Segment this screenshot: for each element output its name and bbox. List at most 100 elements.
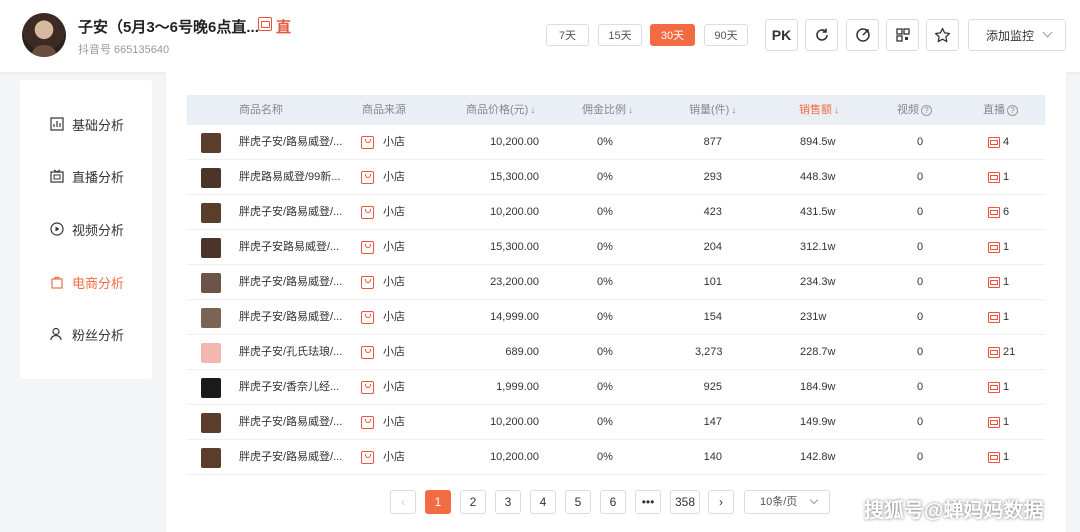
page-button[interactable]: 358 xyxy=(670,490,700,514)
live-count-value: 1 xyxy=(1003,171,1010,183)
product-thumbnail[interactable] xyxy=(201,238,221,258)
shop-icon xyxy=(361,276,374,289)
product-live-count[interactable]: 21 xyxy=(988,335,1015,370)
refresh-button[interactable] xyxy=(805,19,838,51)
sidebar-item-video[interactable]: 视频分析 xyxy=(20,209,152,249)
product-live-count[interactable]: 1 xyxy=(988,160,1009,195)
column-label: 直播 xyxy=(983,104,1005,116)
product-live-count[interactable]: 1 xyxy=(988,370,1009,405)
account-id: 抖音号 665135640 xyxy=(78,44,170,56)
table-row[interactable]: 胖虎子安/孔氏珐琅/... 小店 689.00 0% 3,273 228.7w 0 21 xyxy=(187,335,1045,370)
product-thumbnail[interactable] xyxy=(201,273,221,293)
sort-arrow-icon: ↓ xyxy=(530,105,536,116)
range-30d-button[interactable]: 30天 xyxy=(650,24,695,46)
page-button[interactable]: 2 xyxy=(460,490,486,514)
product-revenue: 142.8w xyxy=(800,451,836,463)
table-row[interactable]: 胖虎子安/路易威登/... 小店 10,200.00 0% 147 149.9w 0 1 xyxy=(187,405,1045,440)
page-button[interactable]: 4 xyxy=(530,490,556,514)
product-revenue: 228.7w xyxy=(800,346,836,358)
product-name[interactable]: 胖虎子安/孔氏珐琅/... xyxy=(239,335,342,370)
page-button[interactable]: 6 xyxy=(600,490,626,514)
page-button[interactable]: 1 xyxy=(425,490,451,514)
next-page-button[interactable]: › xyxy=(708,490,734,514)
product-sales: 423 xyxy=(703,206,722,218)
product-name[interactable]: 胖虎子安/香奈儿经... xyxy=(239,370,339,405)
product-commission: 0% xyxy=(597,136,613,148)
live-icon xyxy=(988,416,1000,428)
share-button[interactable] xyxy=(846,19,879,51)
page-size-select[interactable]: 10条/页 xyxy=(744,490,830,514)
column-sales[interactable]: 销量(件) ↓ xyxy=(689,95,736,125)
product-live-count[interactable]: 1 xyxy=(988,265,1009,300)
product-thumbnail[interactable] xyxy=(201,343,221,363)
range-7d-button[interactable]: 7天 xyxy=(546,24,589,46)
product-thumbnail[interactable] xyxy=(201,378,221,398)
page-button[interactable]: 5 xyxy=(565,490,591,514)
help-icon[interactable]: ? xyxy=(1007,104,1018,116)
product-thumbnail[interactable] xyxy=(201,168,221,188)
product-live-count[interactable]: 1 xyxy=(988,405,1009,440)
live-icon xyxy=(988,276,1000,288)
sidebar-item-basic[interactable]: 基础分析 xyxy=(20,104,152,144)
product-thumbnail[interactable] xyxy=(201,413,221,433)
range-90d-button[interactable]: 90天 xyxy=(704,24,748,46)
chevron-down-icon xyxy=(1042,27,1053,38)
product-thumbnail[interactable] xyxy=(201,203,221,223)
qrcode-button[interactable] xyxy=(886,19,919,51)
product-commission: 0% xyxy=(597,451,613,463)
table-row[interactable]: 胖虎子安/香奈儿经... 小店 1,999.00 0% 925 184.9w 0 1 xyxy=(187,370,1045,405)
product-source: 小店 xyxy=(383,136,405,148)
live-count-value: 1 xyxy=(1003,311,1010,323)
table-row[interactable]: 胖虎路易威登/99新... 小店 15,300.00 0% 293 448.3w 0 1 xyxy=(187,160,1045,195)
add-monitor-dropdown[interactable]: 添加监控 xyxy=(968,19,1066,51)
product-name[interactable]: 胖虎子安/路易威登/... xyxy=(239,265,342,300)
product-name[interactable]: 胖虎子安/路易威登/... xyxy=(239,300,342,335)
column-price[interactable]: 商品价格(元) ↓ xyxy=(466,95,535,125)
column-label: 销售额 xyxy=(799,104,832,116)
sidebar-item-fans[interactable]: 粉丝分析 xyxy=(20,314,152,354)
product-name[interactable]: 胖虎子安/路易威登/... xyxy=(239,195,342,230)
live-icon xyxy=(988,346,1000,358)
shopping-bag-icon xyxy=(50,275,64,289)
product-thumbnail[interactable] xyxy=(201,133,221,153)
help-icon[interactable]: ? xyxy=(921,104,932,116)
product-name[interactable]: 胖虎子安/路易威登/... xyxy=(239,405,342,440)
product-thumbnail[interactable] xyxy=(201,448,221,468)
column-label: 视频 xyxy=(897,104,919,116)
column-revenue[interactable]: 销售额 ↓ xyxy=(799,95,839,125)
product-name[interactable]: 胖虎路易威登/99新... xyxy=(239,160,340,195)
product-source: 小店 xyxy=(383,451,405,463)
product-live-count[interactable]: 4 xyxy=(988,125,1009,160)
table-row[interactable]: 胖虎子安/路易威登/... 小店 10,200.00 0% 877 894.5w 0 4 xyxy=(187,125,1045,160)
product-name[interactable]: 胖虎子安/路易威登/... xyxy=(239,440,342,475)
product-live-count[interactable]: 1 xyxy=(988,230,1009,265)
page-ellipsis[interactable]: ••• xyxy=(635,490,661,514)
product-sales: 204 xyxy=(703,241,722,253)
page-button[interactable]: 3 xyxy=(495,490,521,514)
product-thumbnail[interactable] xyxy=(201,308,221,328)
table-row[interactable]: 胖虎子安/路易威登/... 小店 10,200.00 0% 140 142.8w 0 1 xyxy=(187,440,1045,475)
table-row[interactable]: 胖虎子安/路易威登/... 小店 23,200.00 0% 101 234.3w 0 1 xyxy=(187,265,1045,300)
sidebar-item-label: 直播分析 xyxy=(72,169,125,185)
product-live-count[interactable]: 6 xyxy=(988,195,1009,230)
pk-button[interactable]: PK xyxy=(765,19,798,51)
watermark: 搜狐号@蝉妈妈数据 xyxy=(864,500,1044,522)
sidebar-item-ecommerce[interactable]: 电商分析 xyxy=(20,262,152,302)
column-commission[interactable]: 佣金比例 ↓ xyxy=(582,95,633,125)
sort-arrow-icon: ↓ xyxy=(834,105,839,116)
sidebar-item-live[interactable]: 直播分析 xyxy=(20,156,152,196)
favorite-button[interactable] xyxy=(926,19,959,51)
range-15d-button[interactable]: 15天 xyxy=(598,24,642,46)
product-price: 10,200.00 xyxy=(490,416,539,428)
table-row[interactable]: 胖虎子安路易威登/... 小店 15,300.00 0% 204 312.1w 0 1 xyxy=(187,230,1045,265)
product-name[interactable]: 胖虎子安/路易威登/... xyxy=(239,125,342,160)
table-row[interactable]: 胖虎子安/路易威登/... 小店 10,200.00 0% 423 431.5w 0 6 xyxy=(187,195,1045,230)
live-icon xyxy=(988,171,1000,183)
table-row[interactable]: 胖虎子安/路易威登/... 小店 14,999.00 0% 154 231w 0 1 xyxy=(187,300,1045,335)
product-name[interactable]: 胖虎子安路易威登/... xyxy=(239,230,339,265)
prev-page-button[interactable]: ‹ xyxy=(390,490,416,514)
shop-icon xyxy=(361,206,374,219)
product-live-count[interactable]: 1 xyxy=(988,300,1009,335)
product-live-count[interactable]: 1 xyxy=(988,440,1009,475)
live-icon xyxy=(988,241,1000,253)
